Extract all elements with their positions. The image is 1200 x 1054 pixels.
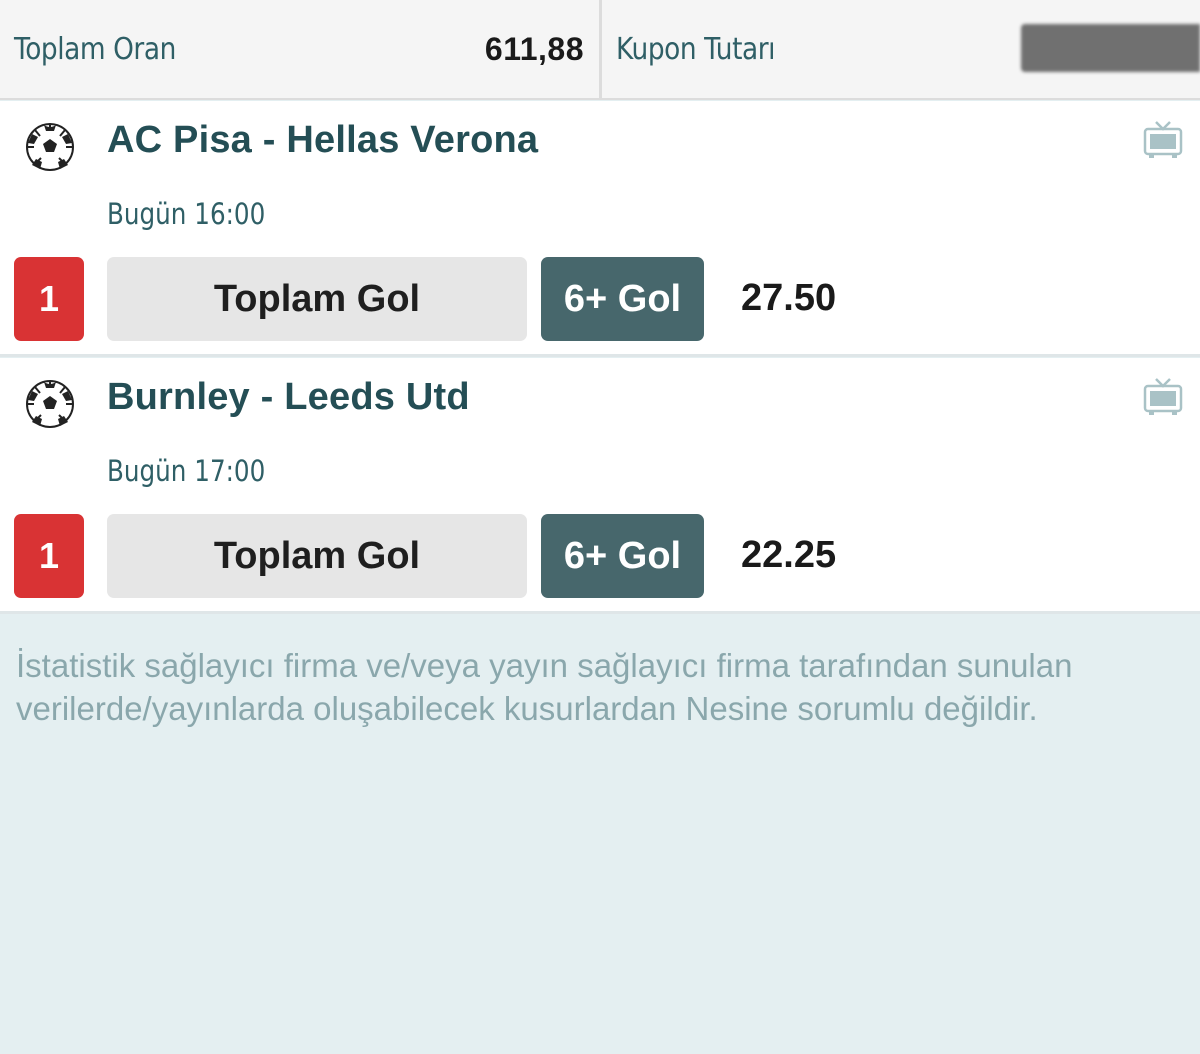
coupon-summary-header: Toplam Oran 611,88 Kupon Tutarı (0, 0, 1200, 100)
match-name[interactable]: AC Pisa - Hellas Verona (107, 119, 538, 162)
selection-button[interactable]: 6+ Gol (541, 514, 704, 598)
total-odds-label: Toplam Oran (14, 31, 176, 67)
match-card: AC Pisa - Hellas Verona Bugün 16:00 1 To… (0, 101, 1200, 357)
soccer-ball-icon (26, 123, 74, 171)
bet-badge: 1 (14, 257, 84, 341)
market-button[interactable]: Toplam Gol (107, 257, 527, 341)
match-time: Bugün 16:00 (107, 197, 266, 231)
match-card: Burnley - Leeds Utd Bugün 17:00 1 Toplam… (0, 358, 1200, 614)
odd-value: 22.25 (741, 534, 837, 576)
tv-icon[interactable] (1143, 119, 1183, 159)
disclaimer-text: İstatistik sağlayıcı firma ve/veya yayın… (16, 647, 1073, 727)
match-time: Bugün 17:00 (107, 454, 266, 488)
stake-amount-field[interactable] (1021, 24, 1200, 72)
total-odds-value: 611,88 (484, 30, 584, 67)
match-name[interactable]: Burnley - Leeds Utd (107, 376, 470, 419)
stake-label: Kupon Tutarı (616, 31, 776, 67)
total-odds-section: Toplam Oran 611,88 (0, 0, 600, 98)
soccer-ball-icon (26, 380, 74, 428)
market-button[interactable]: Toplam Gol (107, 514, 527, 598)
odd-value: 27.50 (741, 277, 837, 319)
bet-badge: 1 (14, 514, 84, 598)
tv-icon[interactable] (1143, 376, 1183, 416)
selection-button[interactable]: 6+ Gol (541, 257, 704, 341)
